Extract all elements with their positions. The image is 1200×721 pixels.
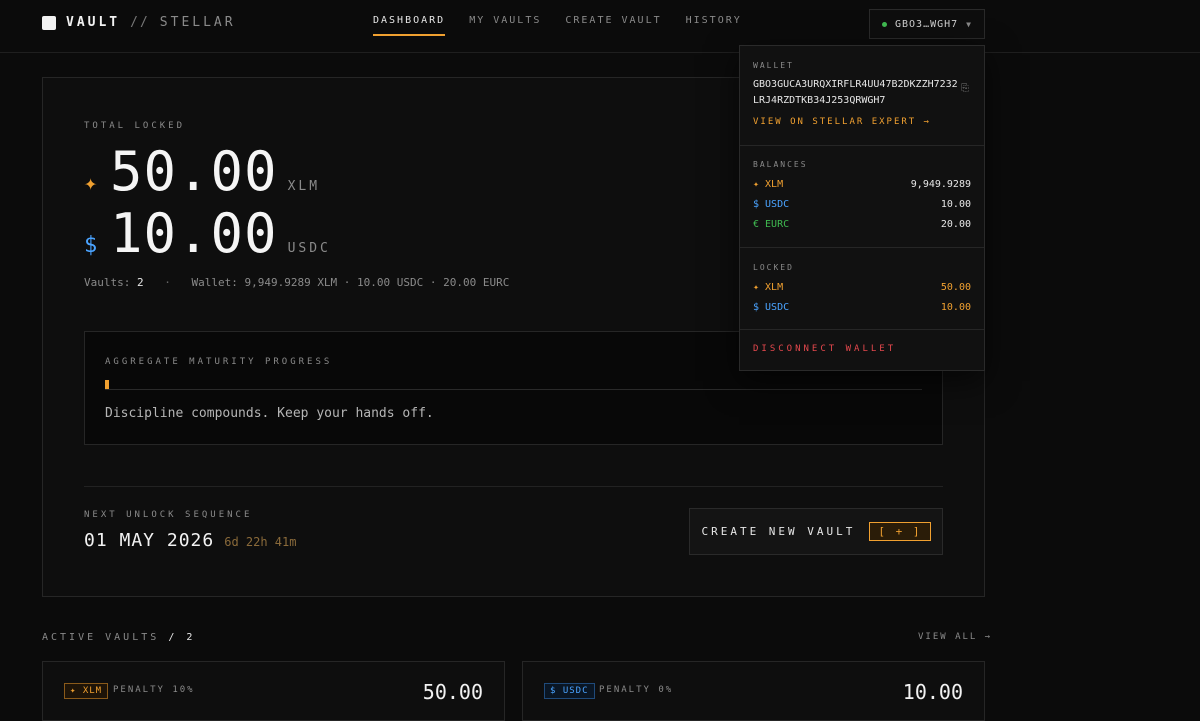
balance-row: $ USDC 10.00 [753, 199, 971, 210]
chevron-down-icon: ▼ [966, 19, 972, 29]
locked-value: 50.00 [940, 282, 971, 293]
vault-card[interactable]: $ USDC PENALTY 0% 10.00 [522, 661, 985, 721]
disconnect-wallet-button[interactable]: DISCONNECT WALLET [753, 344, 896, 354]
balance-asset: $ USDC [753, 199, 790, 210]
locked-asset: ✦ XLM [753, 282, 784, 293]
locked-label: LOCKED [753, 263, 794, 272]
total-locked-label: TOTAL LOCKED [84, 121, 186, 131]
locked-row: $ USDC 10.00 [753, 302, 971, 313]
usdc-icon: $ [84, 233, 98, 258]
next-unlock-date-row: 01 MAY 2026 6d 22h 41m [84, 530, 296, 551]
locked-value: 10.00 [940, 302, 971, 313]
usdc-total-value: 10.00 [110, 202, 278, 265]
active-vaults-separator: / [168, 632, 178, 643]
maturity-progress-bar [105, 380, 922, 390]
asset-badge-xlm: ✦ XLM [64, 683, 109, 699]
active-vaults-heading: ACTIVE VAULTS / 2 [42, 632, 195, 643]
penalty-label: PENALTY 0% [599, 685, 674, 695]
active-vaults-label: ACTIVE VAULTS [42, 632, 160, 643]
balance-asset: € EURC [753, 219, 790, 230]
usdc-total-row: $ 10.00 USDC [84, 202, 331, 265]
nav-create-vault[interactable]: CREATE VAULT [565, 15, 661, 36]
balances-label: BALANCES [753, 160, 808, 169]
wallet-dropdown: WALLET GBO3GUCA3URQXIRFLR4UU47B2DKZZH723… [739, 45, 985, 371]
xlm-total-row: ✦ 50.00 XLM [84, 140, 320, 203]
xlm-total-unit: XLM [287, 179, 321, 194]
top-bar: VAULT // STELLAR DASHBOARD MY VAULTS CRE… [0, 0, 1200, 53]
nav-history[interactable]: HISTORY [686, 15, 742, 36]
stellar-expert-link[interactable]: VIEW ON STELLAR EXPERT → [753, 117, 931, 127]
penalty-label: PENALTY 10% [113, 685, 195, 695]
view-all-link[interactable]: VIEW ALL → [918, 632, 992, 642]
locked-row: ✦ XLM 50.00 [753, 282, 971, 293]
wallet-section: WALLET GBO3GUCA3URQXIRFLR4UU47B2DKZZH723… [740, 46, 984, 146]
maturity-progress-fill [105, 380, 110, 389]
locked-section: LOCKED ✦ XLM 50.00 $ USDC 10.00 [740, 248, 984, 330]
wallet-label: WALLET [753, 61, 794, 70]
wallet-address: GBO3GUCA3URQXIRFLR4UU47B2DKZZH7232LRJ4RZ… [753, 79, 958, 106]
plus-icon: [ + ] [869, 522, 931, 541]
vault-amount: 50.00 [422, 680, 483, 704]
locked-asset: $ USDC [753, 302, 790, 313]
xlm-icon: ✦ [84, 171, 98, 196]
brand-network: STELLAR [159, 15, 236, 30]
balance-row: ✦ XLM 9,949.9289 [753, 179, 971, 190]
main-nav: DASHBOARD MY VAULTS CREATE VAULT HISTORY [373, 15, 742, 36]
balance-value: 20.00 [940, 219, 971, 230]
wallet-balances-line: Wallet: 9,949.9289 XLM · 10.00 USDC · 20… [191, 276, 510, 289]
divider [84, 486, 943, 487]
asset-badge-usdc: $ USDC [544, 683, 595, 699]
maturity-progress-label: AGGREGATE MATURITY PROGRESS [105, 357, 333, 367]
create-new-vault-button[interactable]: CREATE NEW VAULT [ + ] [689, 508, 943, 555]
connected-status-icon [881, 21, 887, 27]
balance-value: 9,949.9289 [910, 179, 971, 190]
brand-name: VAULT [66, 15, 121, 30]
wallet-summary: Vaults: 2 · Wallet: 9,949.9289 XLM · 10.… [84, 276, 509, 289]
brand[interactable]: VAULT // STELLAR [42, 15, 236, 30]
nav-dashboard[interactable]: DASHBOARD [373, 15, 446, 36]
balance-row: € EURC 20.00 [753, 219, 971, 230]
balance-value: 10.00 [940, 199, 971, 210]
vaults-count: 2 [136, 276, 144, 289]
balances-section: BALANCES ✦ XLM 9,949.9289 $ USDC 10.00 €… [740, 146, 984, 248]
active-vaults-count: 2 [186, 632, 196, 643]
vaults-count-label: Vaults: [84, 276, 131, 289]
brand-separator: // [130, 15, 150, 30]
wallet-button-label: GBO3…WGH7 [894, 18, 959, 30]
next-unlock-countdown: 6d 22h 41m [224, 535, 297, 549]
next-unlock-date: 01 MAY 2026 [84, 530, 215, 551]
logo-icon [42, 15, 56, 30]
vault-card[interactable]: ✦ XLM PENALTY 10% 50.00 [42, 661, 505, 721]
xlm-total-value: 50.00 [110, 140, 278, 203]
vault-amount: 10.00 [902, 680, 963, 704]
nav-my-vaults[interactable]: MY VAULTS [469, 15, 541, 36]
next-unlock-label: NEXT UNLOCK SEQUENCE [84, 510, 253, 520]
wallet-button[interactable]: GBO3…WGH7 ▼ [869, 9, 985, 39]
create-new-vault-label: CREATE NEW VAULT [701, 525, 856, 538]
motto-text: Discipline compounds. Keep your hands of… [105, 406, 434, 421]
balance-asset: ✦ XLM [753, 179, 784, 190]
summary-separator: · [164, 276, 171, 289]
usdc-total-unit: USDC [287, 241, 331, 256]
copy-icon[interactable]: ⎘ [961, 83, 969, 94]
